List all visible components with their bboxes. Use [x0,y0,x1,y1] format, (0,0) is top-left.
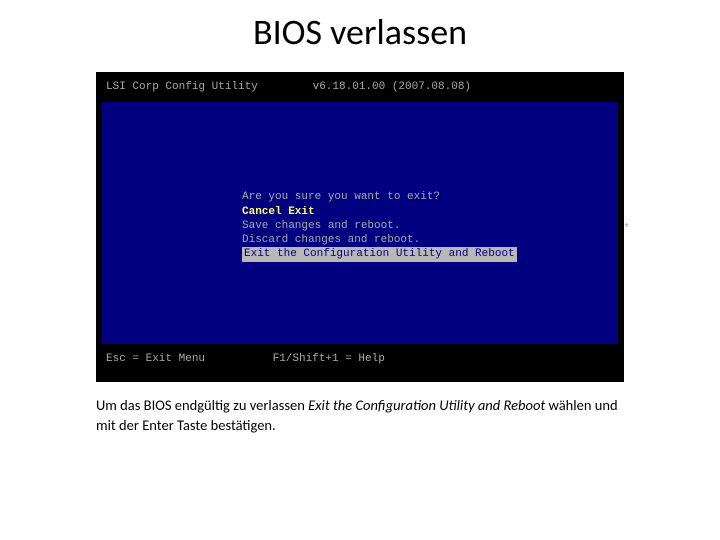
footer-hint-esc: Esc = Exit Menu [106,352,266,366]
bios-header-version: v6.18.01.00 (2007.08.08) [313,81,471,93]
caption-pre: Um das BIOS endgültig zu verlassen [96,396,308,414]
menu-item-save-reboot[interactable]: Save changes and reboot. [242,219,522,233]
menu-item-discard-reboot[interactable]: Discard changes and reboot. [242,233,522,247]
bios-screenshot: LSI Corp Config Utility v6.18.01.00 (200… [96,72,624,382]
dialog-prompt: Are you sure you want to exit? [242,190,522,204]
menu-item-cancel[interactable]: Cancel Exit [242,205,522,219]
exit-dialog: Are you sure you want to exit? Cancel Ex… [242,190,522,261]
bios-footer: Esc = Exit Menu F1/Shift+1 = Help [96,348,624,374]
page-title: BIOS verlassen [96,10,624,54]
caption-italic: Exit the Configuration Utility and Reboo… [308,396,545,414]
menu-item-exit-reboot[interactable]: Exit the Configuration Utility and Reboo… [242,247,517,261]
slide: BIOS verlassen LSI Corp Config Utility v… [0,0,720,540]
asterisk-icon: * [623,222,630,236]
caption-text: Um das BIOS endgültig zu verlassen Exit … [96,396,624,435]
footer-hint-help: F1/Shift+1 = Help [273,353,385,365]
bios-body: Are you sure you want to exit? Cancel Ex… [102,102,618,344]
bios-header-name: LSI Corp Config Utility [106,80,306,94]
bios-header: LSI Corp Config Utility v6.18.01.00 (200… [96,72,624,98]
